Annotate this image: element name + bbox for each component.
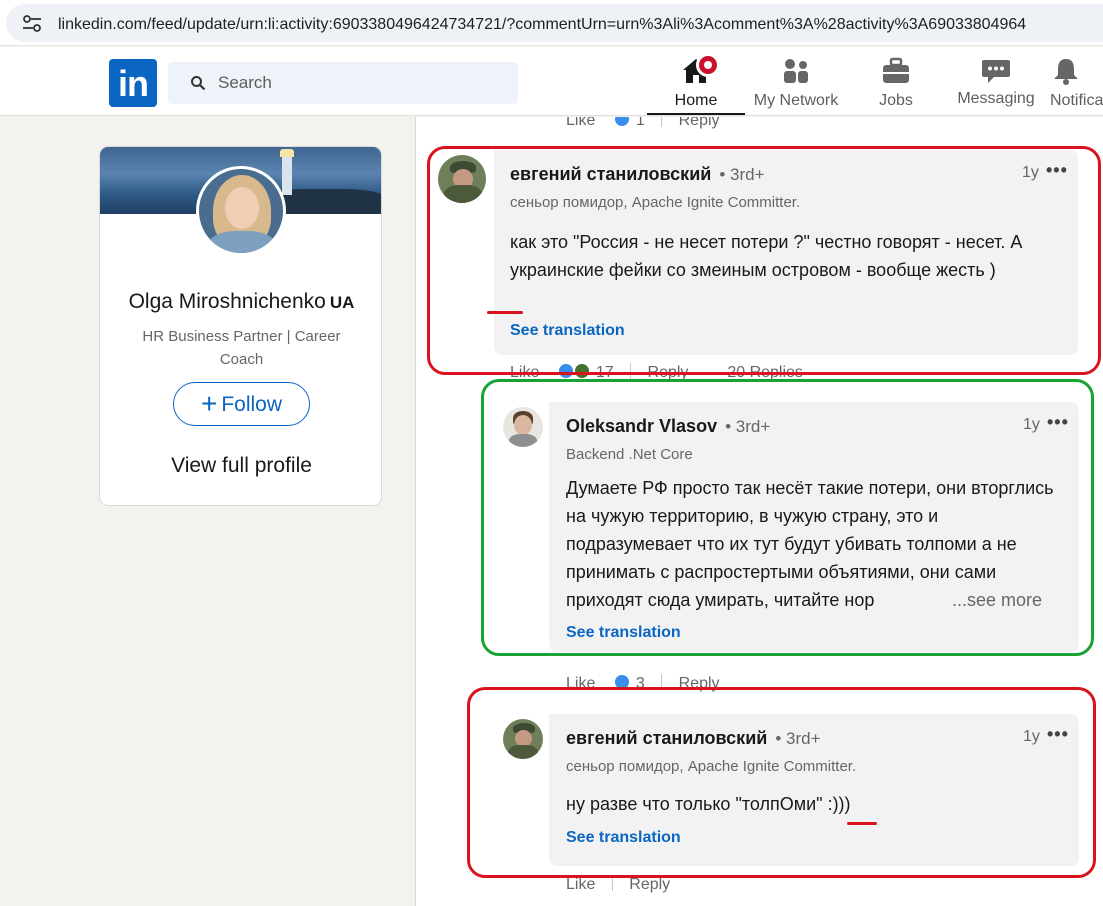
avatar-head bbox=[514, 415, 532, 435]
nav-notifications-label: Notifica bbox=[1050, 92, 1103, 109]
comment-bubble: евгений станиловский • 3rd+ 1y ••• сеньор… bbox=[549, 714, 1079, 866]
annotation-underline-1 bbox=[487, 311, 523, 314]
reply-button[interactable]: Reply bbox=[648, 364, 689, 381]
reaction-count[interactable]: 17 bbox=[596, 364, 614, 381]
like-button[interactable]: Like bbox=[566, 876, 595, 893]
people-icon bbox=[784, 59, 808, 83]
search-icon bbox=[191, 76, 206, 91]
url-field[interactable]: linkedin.com/feed/update/urn:li:activity… bbox=[6, 4, 1103, 42]
like-reaction-icon bbox=[613, 674, 630, 690]
comment-bubble: Oleksandr Vlasov • 3rd+ 1y ••• Backend .N… bbox=[549, 402, 1079, 652]
support-reaction-icon bbox=[573, 363, 590, 379]
connection-degree: • 3rd+ bbox=[725, 417, 771, 436]
commenter-name-text: евгений станиловский bbox=[510, 164, 712, 184]
briefcase-icon bbox=[883, 57, 909, 83]
comment-time: 1y bbox=[1022, 164, 1039, 181]
see-more-link[interactable]: ...see more bbox=[946, 586, 1043, 614]
comment-3-actions: Like Reply bbox=[566, 875, 670, 894]
commenter-avatar[interactable] bbox=[438, 155, 486, 203]
annotation-underline-2 bbox=[847, 822, 877, 825]
nav-messaging-label: Messaging bbox=[957, 90, 1035, 107]
nav-my-network-label: My Network bbox=[753, 92, 839, 109]
nav-jobs-label: Jobs bbox=[879, 92, 913, 109]
nav-notifications[interactable]: Notifica bbox=[1046, 47, 1103, 115]
like-button[interactable]: Like bbox=[566, 675, 595, 692]
see-translation-link[interactable]: See translation bbox=[566, 829, 681, 847]
comment-time: 1y bbox=[1023, 728, 1040, 745]
like-reaction-icon bbox=[557, 363, 574, 379]
divider bbox=[630, 363, 632, 379]
commenter-avatar[interactable] bbox=[503, 719, 543, 759]
comment-text: как это "Россия - не несет потери ?" чес… bbox=[510, 232, 1023, 280]
connection-degree: • 3rd+ bbox=[719, 165, 765, 184]
nav-messaging[interactable]: Messaging bbox=[950, 47, 1042, 115]
divider bbox=[661, 674, 663, 690]
follow-button[interactable]: + Follow bbox=[173, 382, 310, 426]
reaction-count[interactable]: 3 bbox=[636, 675, 645, 692]
site-settings-icon[interactable] bbox=[22, 15, 42, 33]
comment-time: 1y bbox=[1023, 416, 1040, 433]
like-button[interactable]: Like bbox=[566, 117, 595, 129]
profile-headline: HR Business Partner | Career Coach bbox=[142, 328, 341, 368]
commenter-name[interactable]: евгений станиловский • 3rd+ bbox=[566, 728, 821, 749]
see-translation-link[interactable]: See translation bbox=[510, 322, 625, 340]
profile-name-text: Olga Miroshnichenko bbox=[128, 290, 326, 313]
comments-feed: Like 1 Reply евгений станиловский • 3rd+ … bbox=[415, 117, 1103, 906]
connection-degree: • 3rd+ bbox=[775, 729, 821, 748]
comment-text: ну разве что только "толпОми" :))) bbox=[566, 794, 851, 814]
url-text: linkedin.com/feed/update/urn:li:activity… bbox=[58, 16, 1027, 33]
commenter-headline: Backend .Net Core bbox=[566, 446, 693, 463]
replies-link[interactable]: 20 Replies bbox=[727, 364, 803, 381]
bell-icon bbox=[1054, 59, 1078, 85]
search-input[interactable] bbox=[218, 62, 508, 104]
comment-2-actions: Like 3 Reply bbox=[566, 674, 720, 693]
linkedin-logo[interactable]: in bbox=[109, 59, 157, 107]
message-icon bbox=[982, 60, 1010, 83]
reply-button[interactable]: Reply bbox=[629, 876, 670, 893]
comment-bubble: евгений станиловский • 3rd+ 1y ••• сеньор… bbox=[494, 150, 1078, 355]
commenter-headline: сеньор помидор, Apache Ignite Committer. bbox=[566, 758, 857, 775]
nav-my-network[interactable]: My Network bbox=[748, 47, 844, 115]
more-options-icon[interactable]: ••• bbox=[1046, 160, 1068, 181]
commenter-name-text: Oleksandr Vlasov bbox=[566, 416, 718, 436]
notification-badge bbox=[696, 53, 720, 77]
avatar-body bbox=[207, 231, 277, 253]
nav-home-label: Home bbox=[674, 92, 718, 109]
avatar-torso bbox=[508, 745, 538, 759]
linkedin-header: in Home My Network Jobs bbox=[0, 47, 1103, 116]
commenter-name[interactable]: Oleksandr Vlasov • 3rd+ bbox=[566, 416, 770, 437]
avatar-torso bbox=[509, 434, 537, 447]
more-options-icon[interactable]: ••• bbox=[1047, 412, 1069, 433]
avatar-face bbox=[225, 187, 259, 229]
profile-name[interactable]: Olga Miroshnichenko UA bbox=[100, 290, 381, 314]
like-reaction-icon bbox=[613, 117, 630, 127]
profile-avatar[interactable] bbox=[196, 166, 286, 256]
commenter-headline: сеньор помидор, Apache Ignite Committer. bbox=[510, 194, 801, 211]
nav-home[interactable]: Home bbox=[647, 47, 745, 115]
reaction-count[interactable]: 1 bbox=[636, 117, 645, 129]
commenter-avatar[interactable] bbox=[503, 407, 543, 447]
commenter-name-text: евгений станиловский bbox=[566, 728, 768, 748]
comment-1-actions: Like 17 Reply 20 Replies bbox=[510, 363, 803, 382]
view-full-profile-link[interactable]: View full profile bbox=[100, 454, 381, 478]
divider bbox=[661, 117, 663, 127]
search-box[interactable] bbox=[168, 62, 518, 104]
avatar-torso bbox=[444, 185, 482, 203]
browser-address-bar: linkedin.com/feed/update/urn:li:activity… bbox=[0, 0, 1103, 46]
profile-flag: UA bbox=[329, 293, 355, 312]
like-button[interactable]: Like bbox=[510, 364, 539, 381]
see-translation-link[interactable]: See translation bbox=[566, 624, 681, 642]
reply-button[interactable]: Reply bbox=[679, 117, 720, 129]
nav-jobs[interactable]: Jobs bbox=[860, 47, 932, 115]
more-options-icon[interactable]: ••• bbox=[1047, 724, 1069, 745]
follow-label: Follow bbox=[221, 393, 283, 416]
commenter-name[interactable]: евгений станиловский • 3rd+ bbox=[510, 164, 765, 185]
banner-lighthouse bbox=[280, 149, 294, 195]
previous-comment-actions: Like 1 Reply bbox=[566, 117, 720, 130]
divider bbox=[611, 875, 613, 891]
profile-card: Olga Miroshnichenko UA HR Business Partne… bbox=[99, 146, 382, 506]
reply-button[interactable]: Reply bbox=[679, 675, 720, 692]
plus-icon: + bbox=[200, 388, 218, 419]
